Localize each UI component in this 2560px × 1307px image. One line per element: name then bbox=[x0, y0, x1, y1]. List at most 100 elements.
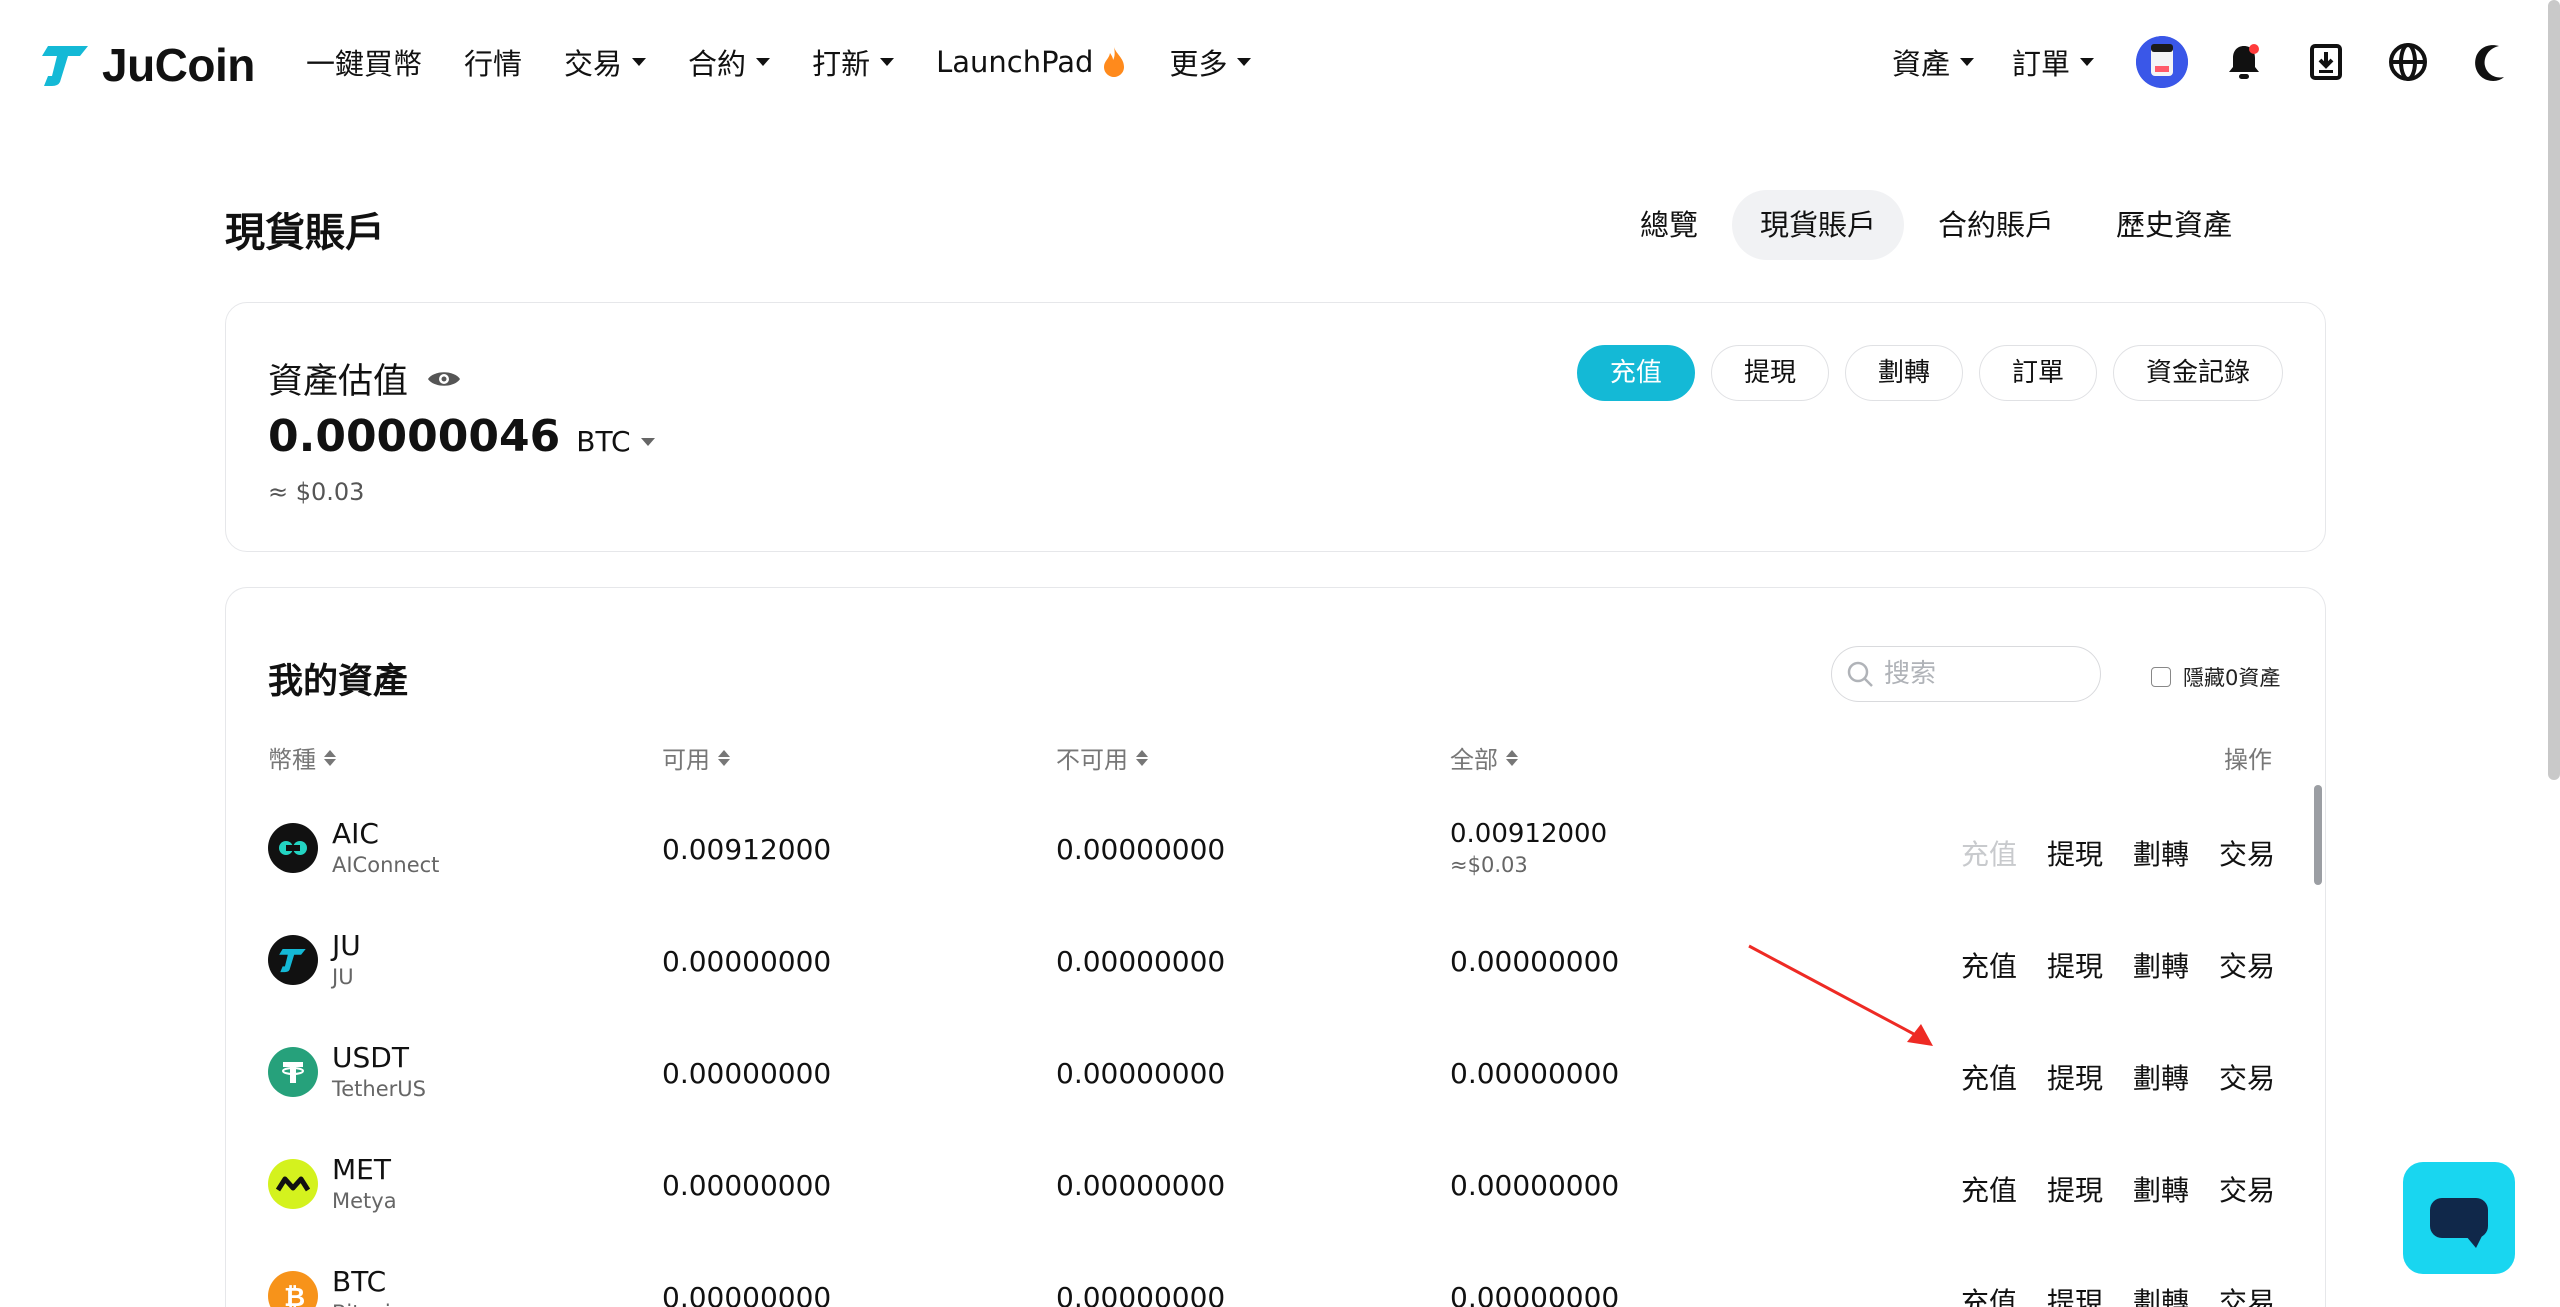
row-withdraw-button[interactable]: 提現 bbox=[2047, 1057, 2103, 1097]
nav-item-more[interactable]: 更多 bbox=[1169, 41, 1252, 83]
row-transfer-button[interactable]: 劃轉 bbox=[2133, 1057, 2189, 1097]
nav-item-assets[interactable]: 資產 bbox=[1892, 41, 1974, 83]
total-fiat: ≈$0.03 bbox=[1450, 853, 1528, 877]
column-header-available[interactable]: 可用 bbox=[662, 740, 730, 775]
coin-cell: USDT TetherUS bbox=[268, 1041, 426, 1103]
table-row: JU JU 0.00000000 0.00000000 0.00000000 充… bbox=[226, 905, 2325, 1017]
theme-toggle[interactable] bbox=[2464, 36, 2516, 88]
row-deposit-button[interactable]: 充值 bbox=[1961, 1169, 2017, 1209]
column-header-total[interactable]: 全部 bbox=[1450, 740, 1518, 775]
download-button[interactable] bbox=[2300, 36, 2352, 88]
my-assets-card: 我的資產 隱藏0資產 幣種 可用 不可用 全部 操作 AIC AIConnect… bbox=[225, 587, 2326, 1307]
hide-zero-checkbox[interactable] bbox=[2151, 667, 2171, 687]
row-deposit-button: 充值 bbox=[1960, 838, 2017, 871]
nav-item-ipo[interactable]: 打新 bbox=[812, 41, 895, 83]
globe-icon bbox=[2389, 43, 2427, 81]
nav-item-orders[interactable]: 訂單 bbox=[2012, 41, 2094, 83]
tab-history[interactable]: 歷史資產 bbox=[2088, 190, 2260, 260]
column-header-coin[interactable]: 幣種 bbox=[268, 740, 336, 775]
chevron-down-icon bbox=[632, 58, 647, 66]
chevron-down-icon bbox=[640, 437, 655, 446]
row-actions: 充值 提現 劃轉 交易 bbox=[1931, 1281, 2275, 1307]
coin-symbol: JU bbox=[332, 929, 361, 962]
language-button[interactable] bbox=[2382, 36, 2434, 88]
coin-cell: MET Metya bbox=[268, 1153, 397, 1215]
page-scrollbar[interactable] bbox=[2548, 0, 2560, 780]
row-trade-button[interactable]: 交易 bbox=[2219, 1281, 2275, 1307]
unavailable-amount: 0.00000000 bbox=[1056, 1169, 1226, 1202]
nav-label: 行情 bbox=[464, 47, 523, 81]
column-label: 可用 bbox=[662, 746, 710, 774]
nav-item-launchpad[interactable]: LaunchPad bbox=[936, 45, 1127, 79]
tab-spot-account[interactable]: 現貨賬戶 bbox=[1731, 190, 1904, 260]
tab-futures-account[interactable]: 合約賬戶 bbox=[1910, 190, 2082, 260]
estimate-unit: BTC bbox=[576, 425, 631, 458]
nav-item-futures[interactable]: 合約 bbox=[688, 41, 771, 83]
row-trade-button[interactable]: 交易 bbox=[2219, 1057, 2275, 1097]
row-trade-button[interactable]: 交易 bbox=[2219, 833, 2275, 873]
hide-zero-toggle[interactable]: 隱藏0資產 bbox=[2151, 662, 2280, 692]
avatar-icon bbox=[2136, 36, 2188, 88]
row-trade-button[interactable]: 交易 bbox=[2219, 1169, 2275, 1209]
nav-item-quick-buy[interactable]: 一鍵買幣 bbox=[306, 41, 422, 83]
unavailable-amount: 0.00000000 bbox=[1056, 833, 1226, 866]
row-transfer-button[interactable]: 劃轉 bbox=[2133, 1169, 2189, 1209]
search-box[interactable] bbox=[1831, 646, 2101, 702]
table-scrollbar[interactable] bbox=[2314, 785, 2322, 885]
assets-title: 我的資產 bbox=[268, 662, 409, 702]
svg-text:₿: ₿ bbox=[284, 1283, 305, 1307]
row-transfer-button[interactable]: 劃轉 bbox=[2133, 945, 2189, 985]
row-transfer-button[interactable]: 劃轉 bbox=[2133, 833, 2189, 873]
met-coin-icon bbox=[268, 1159, 318, 1209]
column-header-unavailable[interactable]: 不可用 bbox=[1056, 740, 1148, 775]
avatar[interactable] bbox=[2136, 36, 2188, 88]
search-icon bbox=[1847, 661, 1873, 687]
total-amount: 0.00000000 bbox=[1450, 945, 1620, 978]
column-label: 不可用 bbox=[1056, 746, 1128, 774]
notifications-button[interactable] bbox=[2218, 36, 2270, 88]
estimate-amount: 0.00000046 bbox=[268, 411, 561, 462]
row-withdraw-button[interactable]: 提現 bbox=[2047, 945, 2103, 985]
nav-item-markets[interactable]: 行情 bbox=[464, 41, 522, 83]
estimate-label: 資產估值 bbox=[268, 353, 462, 404]
chat-icon bbox=[2430, 1198, 2488, 1248]
estimate-label-text: 資產估值 bbox=[268, 362, 409, 402]
coin-name: AIConnect bbox=[332, 853, 440, 877]
sort-icon bbox=[1136, 749, 1148, 766]
estimate-value: 0.00000046 BTC bbox=[268, 411, 655, 462]
row-withdraw-button[interactable]: 提現 bbox=[2047, 1169, 2103, 1209]
orders-button[interactable]: 訂單 bbox=[1978, 345, 2097, 401]
table-row: AIC AIConnect 0.00912000 0.00000000 0.00… bbox=[226, 793, 2325, 905]
row-transfer-button[interactable]: 劃轉 bbox=[2133, 1281, 2189, 1307]
nav-label: 交易 bbox=[564, 47, 623, 81]
table-row: ₿ BTC Bitcoin 0.00000000 0.00000000 0.00… bbox=[226, 1241, 2325, 1307]
nav-item-trade[interactable]: 交易 bbox=[564, 41, 647, 83]
row-withdraw-button[interactable]: 提現 bbox=[2047, 833, 2103, 873]
annotation-arrow-icon bbox=[1748, 944, 1933, 1046]
aic-coin-icon bbox=[268, 823, 318, 873]
row-deposit-button[interactable]: 充值 bbox=[1961, 1057, 2017, 1097]
withdraw-button[interactable]: 提現 bbox=[1710, 345, 1829, 401]
support-chat-button[interactable] bbox=[2403, 1162, 2515, 1274]
fund-records-button[interactable]: 資金記錄 bbox=[2112, 345, 2283, 401]
unavailable-amount: 0.00000000 bbox=[1056, 945, 1226, 978]
estimate-actions: 充值 提現 劃轉 訂單 資金記錄 bbox=[1561, 345, 2283, 401]
jucoin-logo[interactable]: JuCoin bbox=[40, 38, 255, 92]
unavailable-amount: 0.00000000 bbox=[1056, 1057, 1226, 1090]
eye-icon[interactable] bbox=[426, 367, 462, 391]
chevron-down-icon bbox=[756, 58, 771, 66]
tab-overview[interactable]: 總覽 bbox=[1612, 190, 1726, 260]
search-input[interactable] bbox=[1884, 659, 2084, 689]
total-amount: 0.00000000 bbox=[1450, 1057, 1620, 1090]
deposit-button[interactable]: 充值 bbox=[1576, 345, 1695, 401]
transfer-button[interactable]: 劃轉 bbox=[1844, 345, 1963, 401]
row-withdraw-button[interactable]: 提現 bbox=[2047, 1281, 2103, 1307]
chevron-down-icon bbox=[1959, 58, 1974, 66]
coin-cell: JU JU bbox=[268, 929, 361, 991]
estimate-unit-select[interactable]: BTC bbox=[576, 425, 655, 458]
column-label: 幣種 bbox=[268, 746, 316, 774]
row-trade-button[interactable]: 交易 bbox=[2219, 945, 2275, 985]
nav-label: 資產 bbox=[1891, 47, 1950, 81]
row-deposit-button[interactable]: 充值 bbox=[1961, 1281, 2017, 1307]
row-deposit-button[interactable]: 充值 bbox=[1961, 945, 2017, 985]
